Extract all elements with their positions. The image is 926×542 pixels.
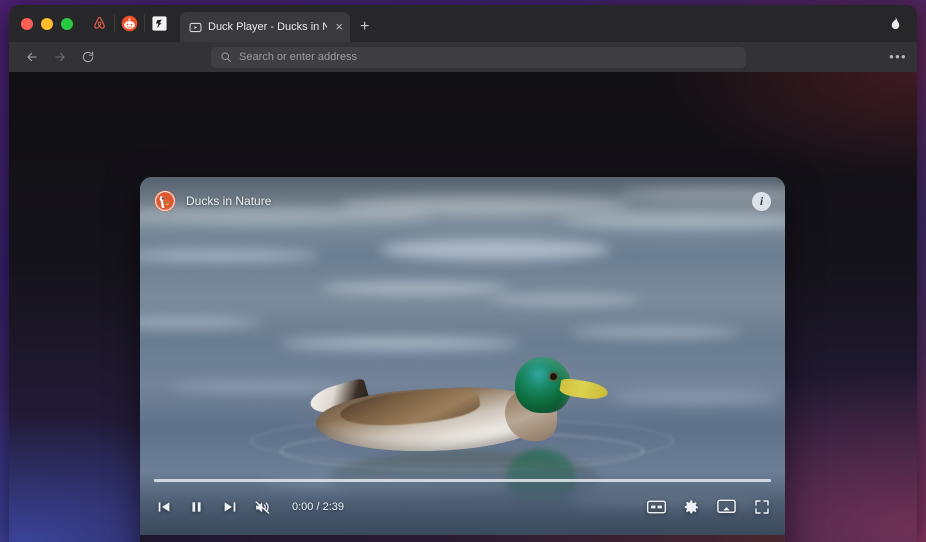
page-content: Ducks in Nature i 0:00 / 2:39 bbox=[9, 72, 917, 542]
forward-button[interactable] bbox=[46, 46, 74, 68]
close-window-button[interactable] bbox=[21, 17, 33, 30]
maximize-window-button[interactable] bbox=[61, 17, 73, 30]
reload-icon bbox=[82, 51, 94, 63]
video-title: Ducks in Nature bbox=[186, 194, 272, 208]
fire-button[interactable] bbox=[880, 5, 917, 42]
player-footer: Duck Player i bbox=[140, 535, 785, 542]
time-display: 0:00 / 2:39 bbox=[292, 501, 344, 513]
captions-button[interactable] bbox=[647, 498, 666, 517]
browser-window: Duck Player - Ducks in Nature × + bbox=[9, 5, 917, 542]
progress-buffer bbox=[154, 479, 771, 482]
video-settings-button[interactable] bbox=[682, 498, 701, 517]
fullscreen-icon bbox=[754, 500, 769, 514]
reddit-icon bbox=[121, 15, 137, 32]
airbnb-pinned-tab[interactable] bbox=[84, 5, 114, 42]
tab-bar: Duck Player - Ducks in Nature × + bbox=[9, 5, 917, 42]
new-tab-button[interactable]: + bbox=[350, 12, 379, 42]
next-button[interactable] bbox=[220, 498, 239, 517]
navigation-bar: Search or enter address ••• bbox=[9, 42, 917, 72]
duck-player-card: Ducks in Nature i 0:00 / 2:39 bbox=[140, 177, 785, 542]
browser-menu-button[interactable]: ••• bbox=[889, 50, 907, 63]
progress-bar[interactable] bbox=[154, 479, 771, 482]
airbnb-icon bbox=[93, 16, 105, 29]
volume-muted-icon bbox=[255, 500, 270, 514]
flame-icon bbox=[891, 17, 900, 30]
next-track-icon bbox=[224, 502, 235, 512]
zalando-icon bbox=[151, 16, 167, 31]
mute-button[interactable] bbox=[253, 498, 272, 517]
close-tab-button[interactable]: × bbox=[333, 20, 343, 33]
duckduckgo-logo bbox=[154, 190, 176, 212]
pause-icon bbox=[192, 502, 201, 512]
controls-row: 0:00 / 2:39 bbox=[154, 492, 771, 522]
address-bar[interactable]: Search or enter address bbox=[211, 46, 746, 68]
zalando-pinned-tab[interactable] bbox=[144, 5, 174, 42]
cast-icon bbox=[717, 499, 736, 513]
video-header-overlay: Ducks in Nature i bbox=[140, 177, 785, 225]
pinned-tabs bbox=[84, 5, 174, 42]
previous-track-icon bbox=[158, 502, 169, 512]
video-play-icon bbox=[189, 22, 202, 32]
previous-button[interactable] bbox=[154, 498, 173, 517]
minimize-window-button[interactable] bbox=[41, 17, 53, 30]
fullscreen-button[interactable] bbox=[752, 498, 771, 517]
back-button[interactable] bbox=[18, 46, 46, 68]
address-input-placeholder: Search or enter address bbox=[239, 50, 358, 63]
desktop-backdrop: Duck Player - Ducks in Nature × + bbox=[0, 0, 926, 542]
video-info-button[interactable]: i bbox=[752, 191, 771, 211]
video-surface[interactable]: Ducks in Nature i 0:00 / 2:39 bbox=[140, 177, 785, 535]
arrow-right-icon bbox=[55, 52, 65, 62]
closed-captions-icon bbox=[647, 500, 666, 514]
pause-button[interactable] bbox=[187, 498, 206, 517]
window-traffic-lights bbox=[9, 5, 84, 42]
controls-right-group bbox=[647, 498, 771, 517]
gear-icon bbox=[684, 499, 698, 514]
reddit-pinned-tab[interactable] bbox=[114, 5, 144, 42]
search-icon bbox=[221, 52, 231, 62]
video-controls: 0:00 / 2:39 bbox=[140, 475, 785, 535]
active-tab-title: Duck Player - Ducks in Nature bbox=[208, 20, 328, 33]
cast-button[interactable] bbox=[717, 498, 736, 517]
active-tab[interactable]: Duck Player - Ducks in Nature × bbox=[180, 12, 350, 42]
reload-button[interactable] bbox=[74, 46, 102, 68]
arrow-left-icon bbox=[27, 52, 37, 62]
